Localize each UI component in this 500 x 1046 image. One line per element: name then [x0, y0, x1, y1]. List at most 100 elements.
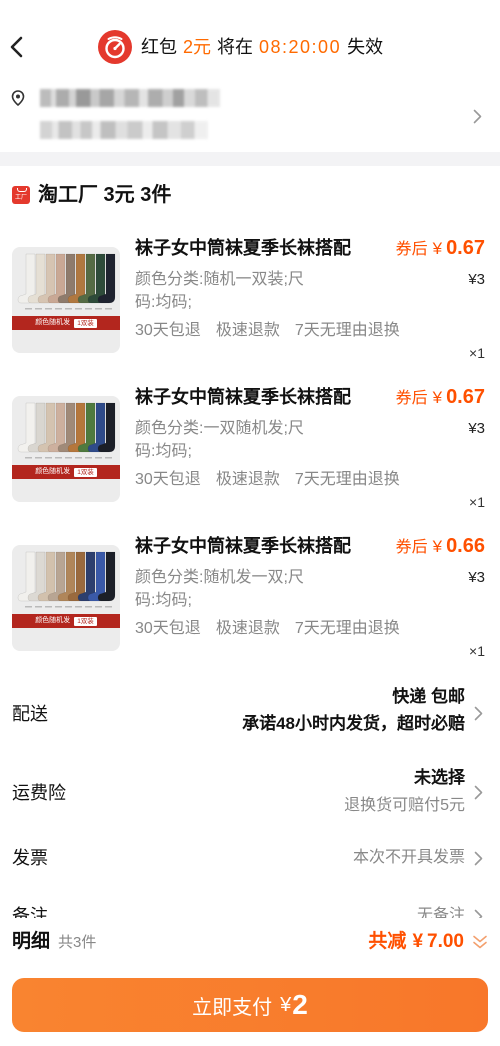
service-tag: 30天包退: [135, 620, 201, 637]
image-band-tag: 1双装: [74, 318, 97, 328]
image-band: 颜色随机发 1双装: [12, 465, 120, 479]
countdown-timer: 08:20:00: [259, 37, 342, 57]
quantity: ×1: [469, 345, 485, 361]
chevron-left-icon: [10, 36, 23, 58]
sock-color-label: [45, 606, 52, 608]
sock-color-label: [95, 457, 102, 459]
original-price: ¥3: [468, 420, 485, 437]
checkout-bar: 明细 共3件 共减 ¥7.00 立即支付 ¥2: [0, 918, 500, 1046]
sock-color-label: [105, 606, 112, 608]
product-image[interactable]: 颜色随机发 1双装: [12, 396, 120, 502]
quantity: ×1: [469, 494, 485, 510]
order-detail-toggle[interactable]: 明细 共3件: [12, 930, 96, 955]
service-tag: 7天无理由退换: [294, 620, 400, 637]
coupon-label: 券后: [395, 390, 428, 407]
chevron-right-icon: [474, 851, 483, 866]
sock-color-label: [105, 308, 112, 310]
address-card[interactable]: [0, 78, 500, 152]
promo-suffix: 失效: [347, 37, 384, 57]
image-band: 颜色随机发 1双装: [12, 614, 120, 628]
sock-color-label: [35, 457, 42, 459]
sock-color-label: [85, 457, 92, 459]
shipping-insurance-label: 运费险: [12, 783, 66, 803]
quantity: ×1: [469, 643, 485, 659]
shipping-insurance-note: 退换货可赔付5元: [344, 797, 465, 814]
discount-label: 共减: [368, 931, 407, 952]
delivery-promise: 承诺48小时内发货，超时必赔: [242, 714, 465, 733]
service-tag: 7天无理由退换: [294, 471, 400, 488]
service-tags: 30天包退 极速退款 7天无理由退换: [135, 469, 415, 491]
order-item[interactable]: 颜色随机发 1双装 袜子女中筒袜夏季长袜搭配 券后 ¥0.67 颜色分类:随机一双…: [0, 236, 500, 366]
delivery-method: 快递 包邮: [392, 687, 465, 706]
sock-color-label: [35, 308, 42, 310]
coupon-currency: ¥: [432, 239, 443, 258]
socks-illustration: [17, 253, 116, 310]
coupon-label: 券后: [395, 241, 428, 258]
sock-color-label: [55, 457, 62, 459]
invoice-value: 本次不开具发票: [352, 849, 465, 866]
red-packet-timer-icon: [98, 30, 132, 64]
product-spec[interactable]: 颜色分类:一双随机发;尺码:均码;: [135, 417, 321, 463]
image-band: 颜色随机发 1双装: [12, 316, 120, 330]
discount-currency: ¥: [412, 931, 424, 952]
chevron-right-icon: [473, 109, 482, 124]
pay-button-currency: ¥: [280, 993, 292, 1016]
product-spec[interactable]: 颜色分类:随机发一双;尺码:均码;: [135, 566, 321, 612]
sock-color-label: [75, 457, 82, 459]
item-count: 共3件: [58, 934, 97, 951]
coupon-currency: ¥: [432, 388, 443, 407]
sock-color-label: [25, 606, 32, 608]
coupon-price: 券后 ¥0.67: [396, 236, 485, 262]
image-band-text: 颜色随机发: [35, 468, 71, 475]
pay-button-amount: 2: [292, 989, 308, 1020]
service-tag: 30天包退: [135, 322, 201, 339]
promo-amount: 2元: [183, 37, 212, 57]
double-chevron-down-icon[interactable]: [472, 934, 488, 950]
chevron-right-icon: [474, 706, 483, 721]
service-tags: 30天包退 极速退款 7天无理由退换: [135, 618, 415, 640]
back-button[interactable]: [6, 34, 30, 60]
sock-color-label: [25, 308, 32, 310]
image-band-tag: 1双装: [74, 467, 97, 477]
product-image[interactable]: 颜色随机发 1双装: [12, 247, 120, 353]
product-image[interactable]: 颜色随机发 1双装: [12, 545, 120, 651]
original-price: ¥3: [468, 271, 485, 288]
store-badge-text: 工厂: [14, 195, 27, 201]
pay-button-label: 立即支付: [192, 996, 273, 1019]
total-discount[interactable]: 共减 ¥7.00: [368, 930, 464, 954]
sock-color-label: [55, 606, 62, 608]
pay-now-button[interactable]: 立即支付 ¥2: [12, 978, 488, 1032]
coupon-price: 券后 ¥0.67: [396, 385, 485, 411]
sock-color-label: [85, 308, 92, 310]
sock-color-label: [65, 308, 72, 310]
image-band-tag: 1双装: [74, 616, 97, 626]
section-divider: [0, 152, 500, 166]
image-band-text: 颜色随机发: [35, 617, 71, 624]
sock-color-label: [75, 308, 82, 310]
delivery-label: 配送: [12, 704, 48, 724]
shipping-insurance-status: 未选择: [414, 768, 465, 787]
location-pin-icon: [11, 90, 25, 106]
sock-color-label: [75, 606, 82, 608]
sock-color-label: [65, 457, 72, 459]
order-confirm-page: 红包 2元 将在 08:20:00 失效 工厂 淘工厂 3元 3件 颜色随机发 1双装 …: [0, 0, 500, 1046]
promo-prefix: 红包: [141, 37, 177, 57]
service-tag: 极速退款: [215, 471, 280, 488]
product-title[interactable]: 袜子女中筒袜夏季长袜搭配: [135, 236, 351, 260]
service-tag: 极速退款: [215, 620, 280, 637]
address-line-blurred: [40, 89, 220, 107]
product-title[interactable]: 袜子女中筒袜夏季长袜搭配: [135, 385, 351, 409]
product-title[interactable]: 袜子女中筒袜夏季长袜搭配: [135, 534, 351, 558]
order-item[interactable]: 颜色随机发 1双装 袜子女中筒袜夏季长袜搭配 券后 ¥0.67 颜色分类:一双随机…: [0, 385, 500, 515]
sock-color-label: [95, 308, 102, 310]
store-title[interactable]: 淘工厂 3元 3件: [38, 183, 171, 207]
order-item[interactable]: 颜色随机发 1双装 袜子女中筒袜夏季长袜搭配 券后 ¥0.66 颜色分类:随机发一…: [0, 534, 500, 664]
product-spec[interactable]: 颜色分类:随机一双装;尺码:均码;: [135, 268, 321, 314]
red-packet-expiry-notice: 红包 2元 将在 08:20:00 失效: [141, 35, 383, 59]
coupon-price-value: 0.67: [446, 386, 485, 408]
service-tags: 30天包退 极速退款 7天无理由退换: [135, 320, 415, 342]
coupon-price: 券后 ¥0.66: [396, 534, 485, 560]
sock-color-label: [45, 308, 52, 310]
sock-color-label: [45, 457, 52, 459]
sock-color-label: [105, 457, 112, 459]
